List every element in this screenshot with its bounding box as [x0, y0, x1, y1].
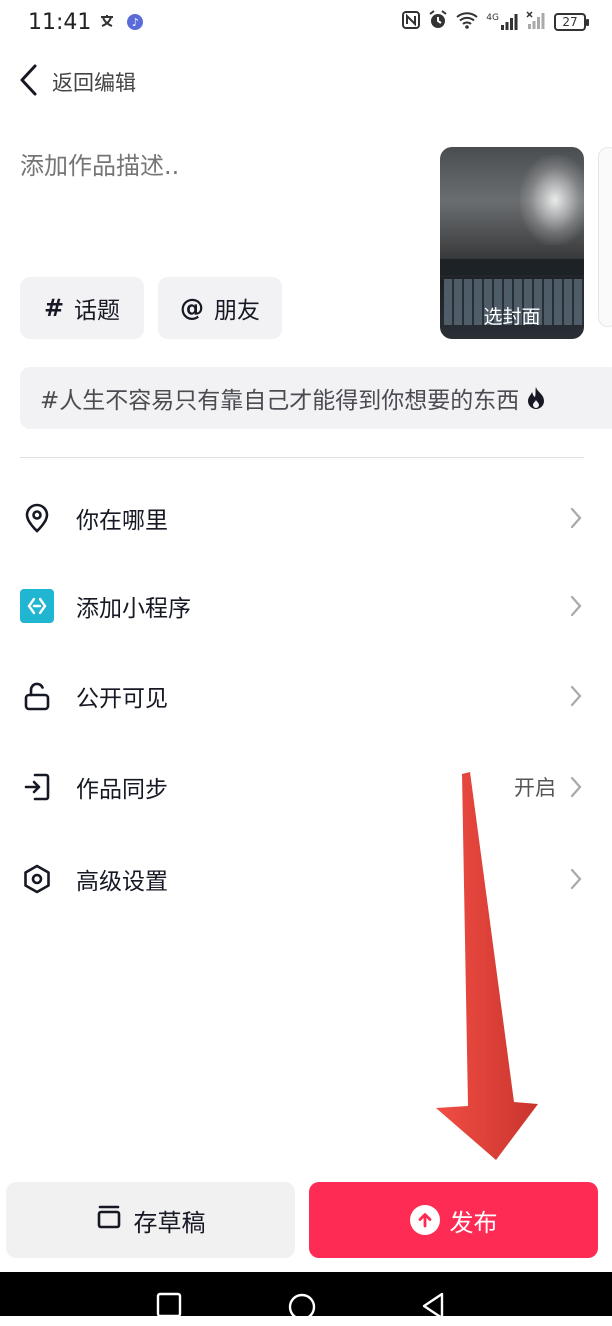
upload-arrow-icon [409, 1205, 440, 1235]
sync-icon [20, 770, 54, 804]
sync-status: 开启 [514, 776, 556, 800]
chevron-right-icon [568, 506, 584, 530]
back-nav-icon[interactable] [420, 1292, 446, 1324]
hexagon-settings-icon [20, 862, 54, 896]
cover-selector[interactable]: 选封面 [440, 147, 584, 339]
chevron-right-icon [568, 775, 584, 799]
status-time: 11:41 [28, 9, 92, 35]
location-pin-icon [20, 501, 54, 535]
advanced-settings-label: 高级设置 [76, 869, 168, 895]
translate-icon [99, 13, 119, 31]
hashtag-icon: # [43, 294, 65, 322]
status-bar: 11:41 ♪ 4G 27 [0, 0, 612, 44]
side-panel-peek [598, 147, 612, 327]
chevron-left-icon [18, 63, 38, 101]
signal-icon [526, 11, 546, 33]
chevron-right-icon [568, 684, 584, 708]
sync-row[interactable]: 作品同步 开启 [20, 757, 584, 817]
chevron-right-icon [568, 867, 584, 891]
mini-program-icon [20, 589, 54, 623]
music-icon: ♪ [127, 14, 144, 30]
hashtag-chip[interactable]: # 话题 [20, 277, 144, 339]
back-label: 返回编辑 [52, 71, 136, 95]
visibility-row[interactable]: 公开可见 [20, 666, 584, 726]
draft-box-icon [96, 1204, 122, 1236]
hashtag-chip-label: 话题 [74, 298, 121, 324]
save-draft-button[interactable]: 存草稿 [6, 1182, 295, 1258]
fire-icon [527, 386, 545, 410]
location-label: 你在哪里 [76, 508, 168, 534]
system-nav-bar [0, 1272, 612, 1321]
visibility-label: 公开可见 [76, 686, 168, 712]
location-row[interactable]: 你在哪里 [20, 488, 584, 548]
description-input[interactable] [20, 146, 420, 256]
recent-apps-icon[interactable] [156, 1292, 182, 1322]
mention-chip[interactable]: @ 朋友 [158, 277, 282, 339]
save-draft-label: 存草稿 [133, 1208, 206, 1237]
alarm-icon [428, 10, 448, 34]
sync-label: 作品同步 [76, 777, 168, 803]
chevron-right-icon [568, 594, 584, 618]
back-button[interactable]: 返回编辑 [18, 60, 136, 104]
publish-button[interactable]: 发布 [309, 1182, 598, 1258]
at-icon: @ [180, 294, 204, 322]
wifi-icon [456, 11, 478, 33]
battery-icon: 27 [554, 13, 589, 31]
cover-label: 选封面 [483, 306, 541, 328]
divider [20, 457, 584, 458]
nfc-icon [402, 11, 421, 33]
signal-4g-icon: 4G [486, 14, 518, 30]
unlock-icon [20, 679, 54, 713]
mini-program-label: 添加小程序 [76, 596, 191, 622]
mini-program-row[interactable]: 添加小程序 [20, 576, 584, 636]
home-icon[interactable] [287, 1292, 317, 1326]
suggested-topic-text: #人生不容易只有靠自己才能得到你想要的东西 [40, 388, 520, 414]
annotation-arrow-icon [436, 772, 538, 1160]
mention-chip-label: 朋友 [214, 298, 260, 324]
advanced-settings-row[interactable]: 高级设置 [20, 849, 584, 909]
suggested-topic[interactable]: #人生不容易只有靠自己才能得到你想要的东西 [20, 367, 612, 429]
publish-label: 发布 [449, 1208, 498, 1237]
cover-thumbnail [520, 155, 584, 245]
